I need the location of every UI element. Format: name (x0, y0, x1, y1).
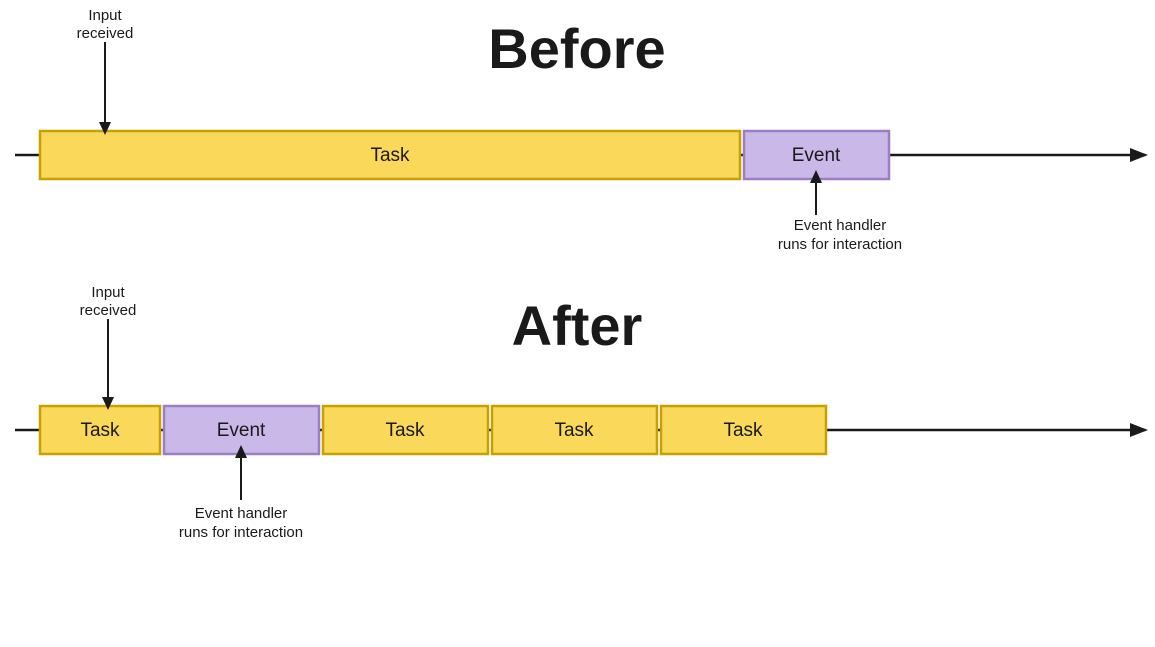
before-task-label: Task (370, 145, 410, 166)
after-input-received-label2: received (80, 302, 137, 319)
after-title: After (512, 294, 643, 357)
after-input-received-label: Input (91, 284, 125, 301)
after-event-handler-label2: runs for interaction (179, 524, 303, 541)
before-input-received-label2: received (77, 25, 134, 42)
before-event-handler-label: Event handler (794, 217, 887, 234)
before-event-label: Event (792, 145, 841, 166)
after-task4-label: Task (723, 420, 763, 441)
after-event-label: Event (217, 420, 266, 441)
before-title: Before (488, 17, 665, 80)
before-input-received-label: Input (88, 7, 122, 24)
after-task1-label: Task (80, 420, 120, 441)
after-task2-label: Task (385, 420, 425, 441)
after-task3-label: Task (554, 420, 594, 441)
before-event-handler-label2: runs for interaction (778, 236, 902, 253)
after-event-handler-label: Event handler (195, 505, 288, 522)
